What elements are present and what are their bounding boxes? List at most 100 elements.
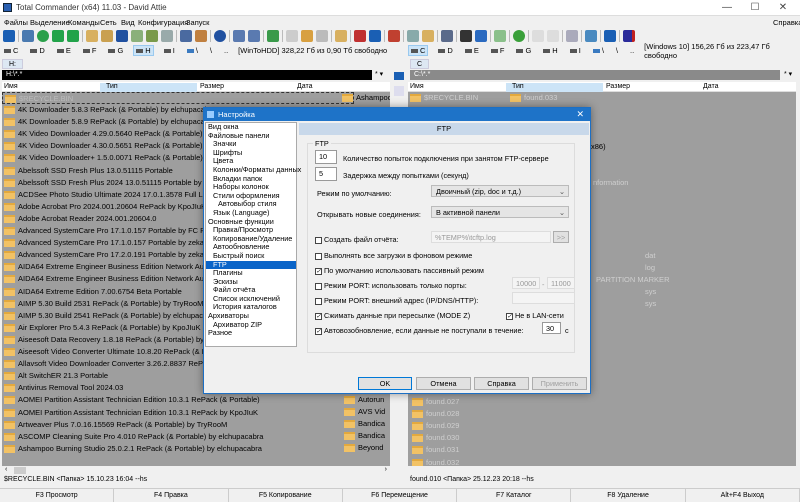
file-row[interactable]: found.032	[410, 457, 459, 466]
left-drive-d[interactable]: D	[28, 46, 46, 55]
filter-icon[interactable]	[180, 29, 192, 42]
file-row[interactable]: found.030	[410, 432, 459, 444]
file-row[interactable]: Artweaver Plus 7.0.16.15569 RePack (& Po…	[2, 419, 338, 431]
port-to-input[interactable]: 11000	[547, 277, 575, 289]
file-row[interactable]: AVS Vid	[342, 406, 385, 418]
right-root[interactable]: \	[614, 46, 620, 55]
dialog-close-icon[interactable]: ✕	[576, 108, 584, 121]
ports-checkbox[interactable]: Режим PORT: использовать только порты:	[315, 281, 467, 290]
col-size[interactable]: Размер	[606, 83, 630, 92]
arrow-right-icon[interactable]	[67, 29, 79, 42]
left-up[interactable]: ..	[222, 46, 230, 55]
file-row[interactable]: found.027	[410, 396, 459, 408]
menu-files[interactable]: Файлы	[4, 18, 28, 27]
help-button[interactable]: Справка	[474, 377, 529, 390]
file-row-peek[interactable]: x86)	[591, 141, 606, 153]
log-checkbox[interactable]: Создать файл отчёта:	[315, 235, 399, 244]
col-date[interactable]: Дата	[703, 83, 719, 92]
vertical-panels-icon[interactable]	[233, 29, 245, 42]
mode-select[interactable]: Двоичный (zip, doc и т.д.) ⌄	[431, 185, 569, 197]
settings-tree[interactable]: Вид окна Файловые панели Значки Шрифты Цвета…	[205, 122, 301, 347]
player-icon[interactable]	[566, 29, 578, 42]
compare-icon[interactable]	[388, 29, 400, 42]
green-circle-icon[interactable]	[513, 29, 525, 42]
file-row[interactable]: found.029	[410, 420, 459, 432]
notepad-icon[interactable]	[494, 29, 506, 42]
passive-checkbox[interactable]: ✓ По умолчанию использовать пассивный реж…	[315, 266, 484, 275]
left-drive-f[interactable]: F	[81, 46, 99, 55]
file-row-peek[interactable]: sys	[645, 286, 656, 298]
menu-launch[interactable]: Запуск	[186, 18, 209, 27]
r-app-icon[interactable]	[623, 29, 635, 42]
delay-input[interactable]: 5	[315, 167, 337, 181]
search-icon[interactable]	[214, 29, 226, 42]
calculator-icon[interactable]	[407, 29, 419, 42]
port-from-input[interactable]: 10000	[512, 277, 540, 289]
thumbnails-icon[interactable]	[131, 29, 143, 42]
f7-mkdir-button[interactable]: F7 Каталог	[457, 489, 572, 502]
right-path[interactable]: C:\*.*	[410, 70, 780, 80]
resume-checkbox[interactable]: ✓ Автовозобновление, если данные не посту…	[315, 326, 524, 335]
quickview-icon[interactable]	[161, 29, 173, 42]
left-tab[interactable]: H:	[2, 59, 23, 69]
menu-commands[interactable]: Команды	[68, 18, 100, 27]
col-date[interactable]: Дата	[297, 83, 313, 92]
log-browse-button[interactable]: >>	[553, 231, 569, 243]
menu-configuration[interactable]: Конфигурация	[138, 18, 188, 27]
right-up[interactable]: ..	[628, 46, 636, 55]
full-view-icon[interactable]	[101, 29, 113, 42]
file-row[interactable]: Beyond	[342, 442, 383, 454]
right-drive-g[interactable]: G	[514, 46, 533, 55]
menu-help[interactable]: Справка	[773, 18, 800, 27]
left-history-button[interactable]: * ▾	[375, 70, 383, 78]
arrow-left-icon[interactable]	[52, 29, 64, 42]
gear-icon[interactable]	[604, 29, 616, 42]
right-history-button[interactable]: * ▾	[784, 70, 792, 78]
copy-icon[interactable]	[394, 86, 404, 96]
retries-input[interactable]: 10	[315, 150, 337, 164]
ok-button[interactable]: OK	[358, 377, 412, 390]
right-drive-e[interactable]: E	[463, 46, 481, 55]
exit-button[interactable]: Alt+F4 Выход	[686, 489, 800, 502]
apply-button[interactable]: Применить	[532, 377, 587, 390]
maximize-button[interactable]: ☐	[745, 2, 765, 13]
cancel-button[interactable]: Отмена	[416, 377, 471, 390]
f5-copy-button[interactable]: F5 Копирование	[229, 489, 343, 502]
left-network[interactable]: \	[185, 46, 200, 55]
right-drive-d[interactable]: D	[436, 46, 454, 55]
sort-icon[interactable]	[195, 29, 207, 42]
unpack-icon[interactable]	[316, 29, 328, 42]
tree-item[interactable]: Разное	[206, 329, 296, 338]
resume-seconds-input[interactable]: 30	[542, 322, 561, 334]
left-drive-i[interactable]: I	[162, 46, 177, 55]
file-row-recycle[interactable]: $RECYCLE.BIN	[2, 92, 354, 104]
sync-folder-icon[interactable]	[422, 29, 434, 42]
col-name[interactable]: Имя	[410, 83, 424, 92]
col-size[interactable]: Размер	[200, 83, 224, 92]
left-drive-g[interactable]: G	[106, 46, 125, 55]
left-drive-e[interactable]: E	[55, 46, 73, 55]
file-row[interactable]: AOMEI Partition Assistant Technician Edi…	[2, 394, 338, 406]
encoding-icon[interactable]	[547, 29, 559, 42]
not-lan-checkbox[interactable]: ✓ Не в LAN-сети	[506, 311, 564, 320]
col-type[interactable]: Тип	[100, 83, 197, 92]
file-row-peek[interactable]: nformation	[593, 177, 628, 189]
powershell-icon[interactable]	[475, 29, 487, 42]
left-root[interactable]: \	[208, 46, 214, 55]
external-address-input[interactable]	[512, 292, 575, 304]
multi-rename-icon[interactable]	[441, 29, 453, 42]
f8-delete-button[interactable]: F8 Удаление	[571, 489, 686, 502]
right-tab[interactable]: C	[410, 59, 430, 69]
menu-view[interactable]: Вид	[121, 18, 135, 27]
f4-edit-button[interactable]: F4 Правка	[114, 489, 229, 502]
back-icon[interactable]	[394, 72, 404, 80]
file-row[interactable]: Ashampoo	[340, 92, 390, 104]
modez-checkbox[interactable]: ✓ Сжимать данные при пересылке (MODE Z)	[315, 311, 470, 320]
left-drive-h[interactable]: H	[133, 45, 154, 56]
left-path[interactable]: H:\*.*	[2, 70, 372, 80]
file-row-peek[interactable]: sys	[645, 298, 656, 310]
horizontal-panels-icon[interactable]	[248, 29, 260, 42]
pack-icon[interactable]	[301, 29, 313, 42]
log-path-input[interactable]: %TEMP%\tcftp.log	[431, 231, 551, 243]
left-drive-c[interactable]: C	[2, 46, 20, 55]
